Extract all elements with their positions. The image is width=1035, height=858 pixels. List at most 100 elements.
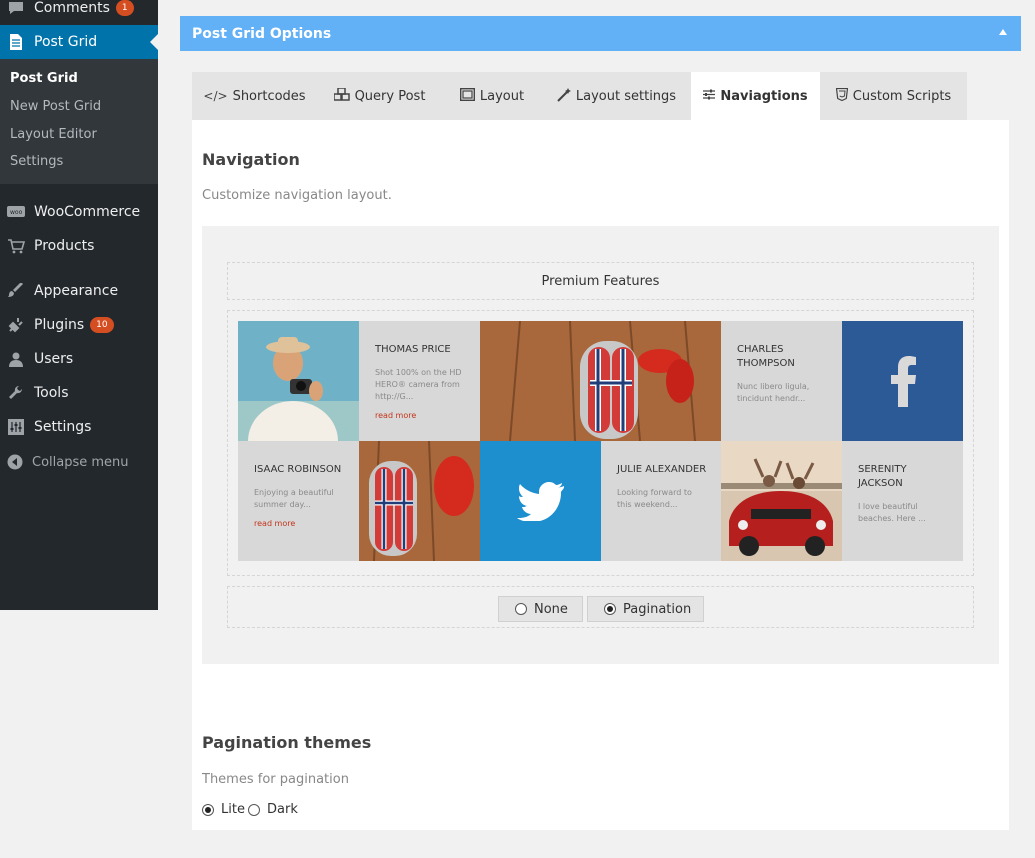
sidebar-item-label: Appearance [34,283,119,299]
red-car-image [721,441,842,561]
tab-layout[interactable]: Layout [442,72,542,120]
flip-flops-image-small [359,441,480,561]
post-excerpt: Enjoying a beautiful summer day... [254,488,334,509]
option-label: Pagination [623,601,692,617]
sidebar-item-label: Products [34,238,95,254]
tab-shortcodes[interactable]: </> Shortcodes [192,72,317,120]
post-excerpt: Nunc libero ligula, tincidunt hendr... [737,382,810,403]
sidebar-item-settings[interactable]: Settings [0,410,158,444]
sidebar-item-label: Post Grid [34,34,98,50]
header-title: Post Grid Options [192,25,332,42]
submenu-item-layout-editor[interactable]: Layout Editor [10,127,97,142]
svg-text:woo: woo [10,209,23,216]
plugin-icon [7,316,25,334]
navigation-options-box: Premium Features THOMAS PRICE Shot 100% … [202,226,999,664]
sidebar-item-appearance[interactable]: Appearance [0,274,158,308]
code-icon: </> [203,89,228,103]
post-excerpt: Looking forward to this weekend... [617,488,692,509]
collapse-menu-label: Collapse menu [32,454,129,470]
read-more-link[interactable]: read more [254,519,345,528]
submenu-item-settings[interactable]: Settings [10,154,63,169]
collapse-arrow-icon [7,454,23,470]
navigation-panel: Navigation Customize navigation layout. … [192,120,1009,830]
collapse-up-icon[interactable] [999,29,1007,35]
navigation-heading: Navigation [202,150,300,169]
post-card-serenity-jackson[interactable]: SERENITY JACKSON I love beautiful beache… [842,441,963,561]
post-card-charles-thompson[interactable]: CHARLES THOMPSON Nunc libero ligula, tin… [721,321,842,441]
sidebar-item-products[interactable]: Products [0,229,158,263]
sidebar-item-woocommerce[interactable]: woo WooCommerce [0,195,158,229]
read-more-link[interactable]: read more [375,411,466,420]
post-grid-submenu: Post Grid New Post Grid Layout Editor Se… [0,59,158,184]
option-label: Lite [221,802,245,817]
navigation-description: Customize navigation layout. [202,188,392,203]
user-icon [7,350,25,368]
document-icon [7,33,25,51]
tab-custom-scripts[interactable]: Custom Scripts [820,72,967,120]
sidebar-item-label: Settings [34,419,92,435]
wrench-icon [7,384,25,402]
post-grid-preview: THOMAS PRICE Shot 100% on the HD HERO® c… [238,321,963,561]
post-title: JULIE ALEXANDER [617,464,707,475]
post-card-isaac-robinson[interactable]: ISAAC ROBINSON Enjoying a beautiful summ… [238,441,359,561]
admin-sidebar: Comments 1 Post Grid Post Grid New Post … [0,0,158,610]
post-excerpt: I love beautiful beaches. Here ... [858,502,926,523]
radio-unchecked-icon[interactable] [515,603,527,615]
theme-lite-option[interactable]: Lite [202,802,245,817]
navigation-none-option[interactable]: None [498,596,583,622]
sidebar-item-label: WooCommerce [34,204,141,220]
comment-icon [7,0,25,17]
sidebar-item-users[interactable]: Users [0,342,158,376]
sidebar-item-label: Comments [34,0,110,16]
sidebar-item-tools[interactable]: Tools [0,376,158,410]
comments-count-badge: 1 [115,0,134,16]
layout-icon [459,87,475,104]
collapse-menu-button[interactable]: Collapse menu [0,450,158,474]
navigation-pagination-option[interactable]: Pagination [587,596,704,622]
tab-label: Layout settings [575,88,677,104]
tab-label: Shortcodes [232,88,306,104]
tab-layout-settings[interactable]: Layout settings [542,72,691,120]
post-card-julie-alexander[interactable]: JULIE ALEXANDER Looking forward to this … [601,441,722,561]
magic-wand-icon [557,87,571,105]
pagination-themes-description: Themes for pagination [202,772,349,787]
tab-label: Query Post [354,88,426,104]
pagination-themes-heading: Pagination themes [202,733,372,752]
grid-preview-frame: THOMAS PRICE Shot 100% on the HD HERO® c… [227,310,974,576]
tab-label: Custom Scripts [852,88,952,104]
submenu-item-new-post-grid[interactable]: New Post Grid [10,99,101,114]
facebook-icon[interactable] [842,321,963,441]
radio-checked-icon[interactable] [604,603,616,615]
post-grid-options-header[interactable]: Post Grid Options [180,16,1021,51]
sidebar-item-label: Users [34,351,74,367]
tab-navigations[interactable]: Naviagtions [691,72,820,120]
sidebar-item-label: Tools [34,385,69,401]
twitter-icon[interactable] [480,441,601,561]
cubes-icon [332,87,350,104]
woo-icon: woo [7,203,25,221]
post-card-thomas-price[interactable]: THOMAS PRICE Shot 100% on the HD HERO® c… [359,321,480,441]
tab-label: Naviagtions [720,88,808,104]
post-title: ISAAC ROBINSON [254,464,342,475]
post-title: CHARLES THOMPSON [737,344,795,369]
options-tabs: </> Shortcodes Query Post Layout Layout … [192,72,967,120]
sidebar-item-comments[interactable]: Comments 1 [0,0,158,25]
css3-icon [835,87,848,104]
brush-icon [7,282,25,300]
sliders-icon [7,418,25,436]
sidebar-item-post-grid[interactable]: Post Grid [0,25,158,59]
sidebar-item-plugins[interactable]: Plugins 10 [0,308,158,342]
tab-query-post[interactable]: Query Post [317,72,442,120]
radio-unchecked-icon[interactable] [248,803,260,816]
post-title: SERENITY JACKSON [858,464,907,489]
cart-icon [7,237,25,255]
post-excerpt: Shot 100% on the HD HERO® camera from ht… [375,368,462,401]
premium-features-label: Premium Features [227,262,974,300]
radio-checked-icon[interactable] [202,803,214,816]
submenu-item-post-grid[interactable]: Post Grid [10,71,78,86]
navigation-type-options: None Pagination [227,586,974,628]
theme-dark-option[interactable]: Dark [248,802,298,817]
post-title: THOMAS PRICE [375,344,451,355]
option-label: Dark [267,802,298,817]
plugins-count-badge: 10 [90,317,114,333]
